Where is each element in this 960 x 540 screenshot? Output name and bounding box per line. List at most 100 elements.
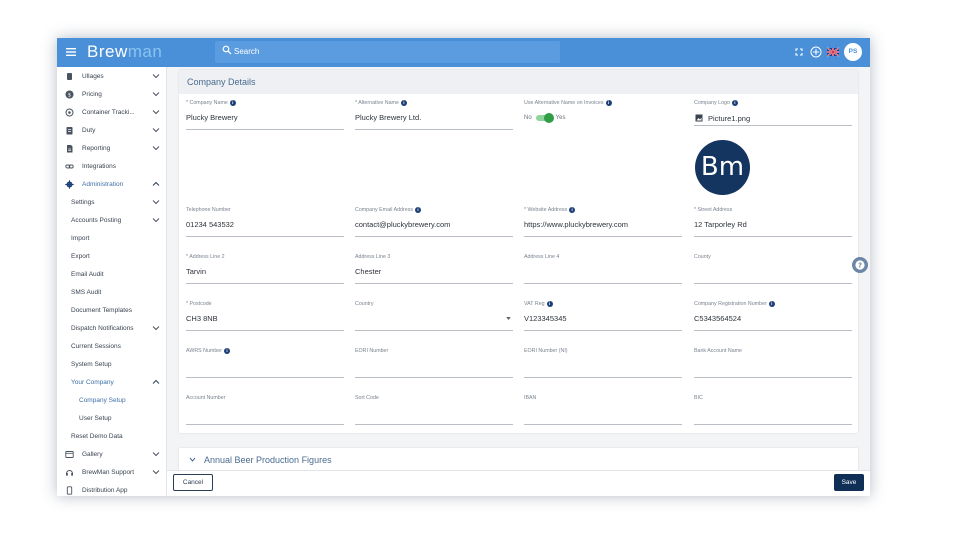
field-label: AWRS Number i bbox=[186, 348, 231, 354]
sidebar-item-brewman-support[interactable]: BrewMan Support bbox=[57, 463, 166, 481]
company-details-card: Company Details * Company Name i Plucky B… bbox=[179, 70, 858, 433]
sidebar-item-container-tracking[interactable]: Container Tracki... bbox=[57, 103, 166, 121]
field-label: * Company Name i bbox=[186, 100, 236, 106]
add-circle-icon[interactable] bbox=[810, 46, 822, 58]
bic-field[interactable]: BIC bbox=[694, 395, 852, 425]
sidebar-item-label: Container Tracki... bbox=[82, 108, 135, 116]
sidebar-item-label: Export bbox=[71, 252, 90, 260]
sidebar-item-settings[interactable]: Settings bbox=[57, 193, 166, 211]
account-number-field[interactable]: Account Number bbox=[186, 395, 344, 425]
sort-code-field[interactable]: Sort Code bbox=[355, 395, 513, 425]
sidebar-item-current-sessions[interactable]: Current Sessions bbox=[57, 337, 166, 355]
logo-file-field[interactable]: Picture1.png bbox=[694, 112, 852, 126]
info-icon[interactable]: i bbox=[224, 348, 231, 354]
save-button[interactable]: Save bbox=[834, 474, 864, 491]
sidebar-item-duty[interactable]: Duty bbox=[57, 121, 166, 139]
sidebar-item-integrations[interactable]: Integrations bbox=[57, 157, 166, 175]
uk-flag-icon[interactable] bbox=[827, 46, 839, 58]
field-label: EORI Number bbox=[355, 348, 389, 354]
sidebar-item-label: Settings bbox=[71, 198, 95, 206]
search-placeholder: Search bbox=[234, 47, 260, 56]
info-icon[interactable]: i bbox=[229, 100, 236, 106]
search-input[interactable]: Search bbox=[215, 41, 560, 63]
sidebar-item-label: User Setup bbox=[79, 414, 112, 422]
field-label: Company Logo i bbox=[694, 100, 738, 106]
user-avatar[interactable]: PS bbox=[844, 43, 862, 61]
field-label: BIC bbox=[694, 395, 703, 401]
eori-number-ni-field[interactable]: EORI Number (NI) bbox=[524, 348, 682, 378]
help-button[interactable]: ? bbox=[852, 257, 868, 273]
bank-account-name-field[interactable]: Bank Account Name bbox=[694, 348, 852, 378]
sidebar-item-reset-demo-data[interactable]: Reset Demo Data bbox=[57, 427, 166, 445]
use-alt-name-toggle[interactable]: No Yes bbox=[524, 113, 565, 123]
vat-reg-field[interactable]: VAT Reg i V123345345 bbox=[524, 301, 682, 331]
info-icon[interactable]: i bbox=[415, 207, 421, 213]
website-field[interactable]: * Website Address i https://www.pluckybre… bbox=[524, 207, 682, 237]
fullscreen-icon[interactable] bbox=[793, 46, 805, 58]
gallery-icon bbox=[65, 450, 74, 458]
sidebar-scrollbar[interactable] bbox=[166, 197, 167, 496]
accordion-title: Annual Beer Production Figures bbox=[204, 455, 332, 465]
country-select[interactable]: Country bbox=[355, 301, 513, 331]
sidebar-item-administration[interactable]: Administration bbox=[57, 175, 166, 193]
county-field[interactable]: County bbox=[694, 254, 852, 284]
sidebar-item-label: Document Templates bbox=[71, 306, 132, 314]
sidebar-item-export[interactable]: Export bbox=[57, 247, 166, 265]
iban-field[interactable]: IBAN bbox=[524, 395, 682, 425]
sidebar-item-label: SMS Audit bbox=[71, 288, 102, 296]
sidebar-item-company-setup[interactable]: Company Setup bbox=[57, 391, 166, 409]
field-label: Account Number bbox=[186, 395, 226, 401]
cancel-button[interactable]: Cancel bbox=[173, 474, 213, 491]
company-name-field[interactable]: * Company Name i Plucky Brewery bbox=[186, 100, 344, 130]
info-icon[interactable]: i bbox=[731, 100, 738, 106]
field-label: Address Line 4 bbox=[524, 254, 560, 260]
telephone-field[interactable]: Telephone Number 01234 543532 bbox=[186, 207, 344, 237]
eori-number-field[interactable]: EORI Number bbox=[355, 348, 513, 378]
address-line-2-field[interactable]: * Address Line 2 Tarvin bbox=[186, 254, 344, 284]
sidebar-item-sms-audit[interactable]: SMS Audit bbox=[57, 283, 166, 301]
sidebar-item-label: BrewMan Support bbox=[82, 468, 135, 476]
sidebar-item-distribution-app[interactable]: Distribution App bbox=[57, 481, 166, 496]
toggle-switch[interactable] bbox=[535, 113, 554, 123]
sidebar-item-gallery[interactable]: Gallery bbox=[57, 445, 166, 463]
field-label: IBAN bbox=[524, 395, 537, 401]
svg-text:?: ? bbox=[858, 261, 862, 269]
postcode-field[interactable]: * Postcode CH3 8NB bbox=[186, 301, 344, 331]
brand-logo[interactable]: Brewman bbox=[87, 42, 162, 62]
sidebar-item-accounts-posting[interactable]: Accounts Posting bbox=[57, 211, 166, 229]
sidebar-item-ullages[interactable]: Ullages bbox=[57, 67, 166, 85]
awrs-number-field[interactable]: AWRS Number i bbox=[186, 348, 344, 378]
info-icon[interactable]: i bbox=[768, 301, 775, 307]
annual-beer-production-accordion[interactable]: Annual Beer Production Figures bbox=[179, 448, 858, 472]
sidebar-item-import[interactable]: Import bbox=[57, 229, 166, 247]
sidebar-item-reporting[interactable]: Reporting bbox=[57, 139, 166, 157]
use-alt-name-group: Use Alternative Name on Invoices i No Yes bbox=[524, 100, 682, 130]
sidebar-item-label: Pricing bbox=[82, 90, 102, 98]
info-icon[interactable]: i bbox=[605, 100, 612, 106]
sidebar-item-dispatch-notifications[interactable]: Dispatch Notifications bbox=[57, 319, 166, 337]
field-label: * Postcode bbox=[186, 301, 212, 307]
sidebar-item-label: Company Setup bbox=[79, 396, 126, 404]
sidebar-item-email-audit[interactable]: Email Audit bbox=[57, 265, 166, 283]
street-address-field[interactable]: * Street Address 12 Tarporley Rd bbox=[694, 207, 852, 237]
chevron-down-icon bbox=[152, 92, 160, 97]
sidebar: Ullages $ Pricing Container Tracki... Du… bbox=[57, 67, 167, 496]
address-line-3-field[interactable]: Address Line 3 Chester bbox=[355, 254, 513, 284]
sidebar-item-label: Duty bbox=[82, 126, 96, 134]
address-line-4-field[interactable]: Address Line 4 bbox=[524, 254, 682, 284]
hamburger-menu-icon[interactable] bbox=[65, 45, 77, 59]
chevron-up-icon bbox=[152, 181, 160, 186]
chevron-down-icon bbox=[152, 146, 160, 151]
sidebar-item-pricing[interactable]: $ Pricing bbox=[57, 85, 166, 103]
alternative-name-field[interactable]: * Alternative Name i Plucky Brewery Ltd. bbox=[355, 100, 513, 130]
info-icon[interactable]: i bbox=[569, 207, 576, 213]
info-icon[interactable]: i bbox=[546, 301, 553, 307]
email-field[interactable]: Company Email Address i contact@pluckybre… bbox=[355, 207, 513, 237]
sidebar-item-user-setup[interactable]: User Setup bbox=[57, 409, 166, 427]
dropdown-arrow-icon bbox=[506, 317, 511, 320]
sidebar-item-document-templates[interactable]: Document Templates bbox=[57, 301, 166, 319]
info-icon[interactable]: i bbox=[400, 100, 407, 106]
sidebar-item-system-setup[interactable]: System Setup bbox=[57, 355, 166, 373]
sidebar-item-your-company[interactable]: Your Company bbox=[57, 373, 166, 391]
company-registration-field[interactable]: Company Registration Number i C5343564524 bbox=[694, 301, 852, 331]
